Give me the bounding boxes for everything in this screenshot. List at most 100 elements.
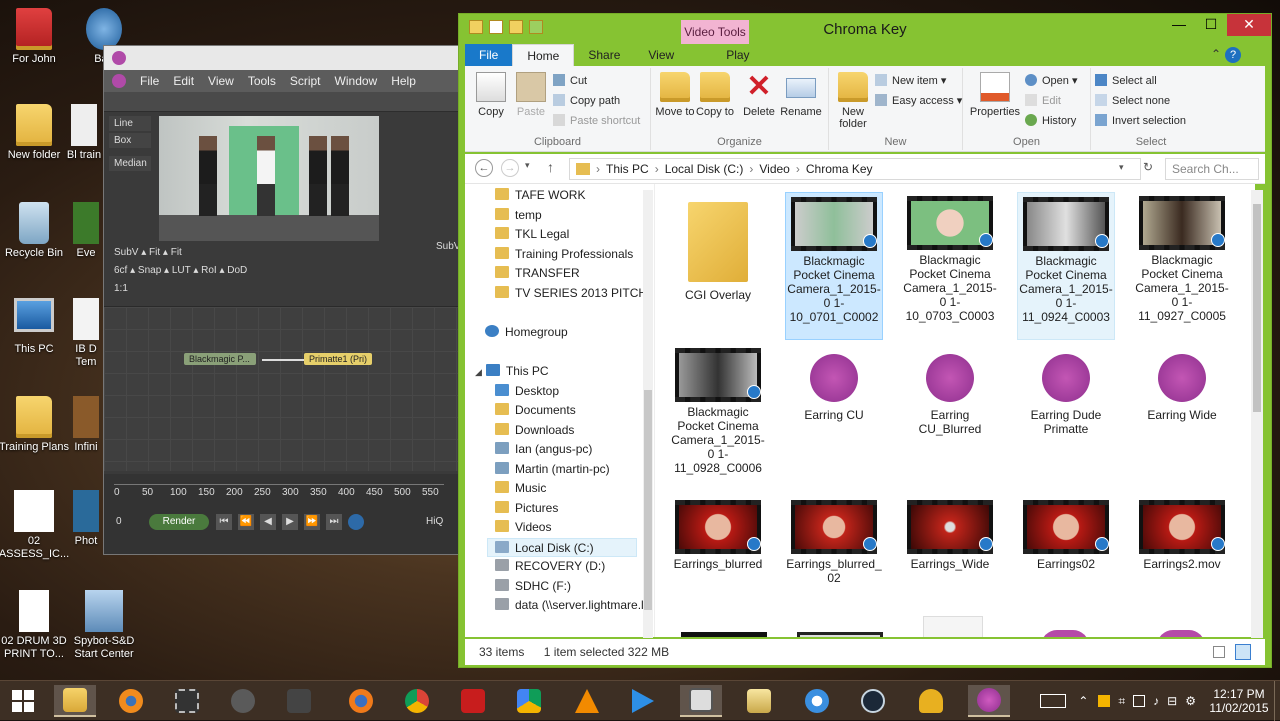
show-hidden-icons-icon[interactable]: ⌃ xyxy=(1078,694,1088,708)
go-to-end-icon[interactable]: ⏭ xyxy=(326,514,342,530)
nav-item-ian[interactable]: Ian (angus-pc) xyxy=(495,440,592,459)
vertical-scrollbar[interactable] xyxy=(1251,190,1263,638)
edit-button[interactable]: Edit xyxy=(1025,92,1061,110)
input-tray-icon[interactable]: ⌗ xyxy=(1118,694,1125,709)
recent-locations-icon[interactable]: ▾ xyxy=(525,160,530,171)
nav-item-tkl-legal[interactable]: TKL Legal xyxy=(495,225,569,244)
taskbar-drive[interactable] xyxy=(508,685,550,717)
help-icon[interactable]: ? xyxy=(1225,47,1241,63)
tab-home[interactable]: Home xyxy=(512,44,575,66)
move-to-button[interactable]: Move to xyxy=(653,72,697,118)
tool-line[interactable]: Line xyxy=(109,116,151,131)
nav-item-downloads[interactable]: Downloads xyxy=(495,421,574,440)
taskbar-firefox[interactable] xyxy=(340,685,382,717)
taskbar-chrome[interactable] xyxy=(396,685,438,717)
select-all-button[interactable]: Select all xyxy=(1095,72,1157,90)
loop-icon[interactable] xyxy=(348,514,364,530)
network-icon[interactable]: ⊟ xyxy=(1167,694,1177,708)
tab-play[interactable]: Play xyxy=(712,44,763,66)
breadcrumb-local-disk[interactable]: Local Disk (C:) xyxy=(665,162,744,176)
node-blackmagic[interactable]: Blackmagic P... xyxy=(184,353,256,365)
file-tile-fusion[interactable]: Earring CU_Blurred xyxy=(901,344,999,436)
taskbar-gear-mask[interactable] xyxy=(278,685,320,717)
flow-editor[interactable]: Blackmagic P... Primatte1 (Pri) xyxy=(104,306,460,471)
nav-item-music[interactable]: Music xyxy=(495,479,546,498)
file-tile-video[interactable]: Blackmagic Pocket Cinema Camera_1_2015-0… xyxy=(1133,192,1231,323)
play-reverse-icon[interactable]: ◀ xyxy=(260,514,276,530)
desktop-icon-recycle-bin[interactable]: Recycle Bin xyxy=(0,202,70,260)
fusion-viewer[interactable] xyxy=(159,116,379,241)
time-ruler[interactable]: 0 50 100 150 200 250 300 350 400 450 500… xyxy=(114,484,444,508)
nav-item-transfer[interactable]: TRANSFER xyxy=(495,264,580,283)
taskbar-camera[interactable] xyxy=(680,685,722,717)
taskbar-headset[interactable] xyxy=(910,685,952,717)
taskbar-blender[interactable] xyxy=(110,685,152,717)
nav-item-desktop[interactable]: Desktop xyxy=(495,382,559,401)
breadcrumb-chroma-key[interactable]: Chroma Key xyxy=(806,162,873,176)
menu-tools[interactable]: Tools xyxy=(248,74,276,88)
details-view-icon[interactable] xyxy=(1213,646,1225,658)
document-icon[interactable] xyxy=(923,616,983,637)
copy-to-button[interactable]: Copy to xyxy=(693,72,737,118)
timeline[interactable]: 0 50 100 150 200 250 300 350 400 450 500… xyxy=(104,474,460,554)
nav-item-data-server[interactable]: data (\\server.lightmare.lo xyxy=(495,596,650,615)
file-tile-video[interactable]: Earrings_Wide xyxy=(901,496,999,571)
clock[interactable]: 12:17 PM 11/02/2015 xyxy=(1204,687,1274,715)
desktop-icon-02-assess[interactable]: 02 ASSESS_IC... xyxy=(0,490,70,561)
explorer-window[interactable]: Video Tools Chroma Key — ☐ ✕ File Home S… xyxy=(458,13,1272,668)
taskbar-acrobat[interactable] xyxy=(452,685,494,717)
file-tile-video[interactable]: Earrings02 xyxy=(1017,496,1115,571)
settings-tray-icon[interactable]: ⚙ xyxy=(1185,694,1196,708)
file-tile-video[interactable]: Earrings_blurred_ 02 xyxy=(785,496,883,585)
desktop-icon-new-folder[interactable]: New folder xyxy=(0,104,70,162)
taskbar-play[interactable] xyxy=(622,685,664,717)
minimize-button[interactable]: — xyxy=(1163,14,1195,36)
close-button[interactable]: ✕ xyxy=(1227,14,1271,36)
forward-button[interactable]: → xyxy=(501,159,519,177)
tool-box[interactable]: Box xyxy=(109,133,151,148)
play-icon[interactable]: ▶ xyxy=(282,514,298,530)
easy-access-button[interactable]: Easy access ▾ xyxy=(875,92,962,110)
nav-item-sdhc[interactable]: SDHC (F:) xyxy=(495,577,571,596)
nav-item-tv-series[interactable]: TV SERIES 2013 PITCH xyxy=(495,284,647,303)
properties-button[interactable]: Properties xyxy=(967,72,1023,118)
menu-script[interactable]: Script xyxy=(290,74,321,88)
nav-item-this-pc[interactable]: ◢ This PC xyxy=(475,362,549,381)
nav-item-training-professionals[interactable]: Training Professionals xyxy=(495,245,633,264)
file-tile-video[interactable]: Blackmagic Pocket Cinema Camera_1_2015-0… xyxy=(785,192,883,340)
nav-item-homegroup[interactable]: Homegroup xyxy=(485,323,568,342)
desktop-icon-training-plans[interactable]: Training Plans xyxy=(0,396,70,454)
current-frame-field[interactable]: 0 xyxy=(116,516,122,527)
step-forward-icon[interactable]: ⏩ xyxy=(304,514,320,530)
menu-view[interactable]: View xyxy=(208,74,234,88)
history-button[interactable]: History xyxy=(1025,112,1076,130)
copy-path-button[interactable]: Copy path xyxy=(553,92,620,110)
new-folder-button[interactable]: New folder xyxy=(831,72,875,130)
fusion-toolbar[interactable] xyxy=(104,92,460,112)
copy-button[interactable]: Copy xyxy=(469,72,513,118)
file-tile-video[interactable]: Blackmagic Pocket Cinema Camera_1_2015-0… xyxy=(669,344,767,475)
paste-shortcut-button[interactable]: Paste shortcut xyxy=(553,112,640,130)
show-desktop-button[interactable] xyxy=(1274,681,1280,721)
search-input[interactable]: Search Ch... xyxy=(1165,158,1259,180)
video-thumbnail[interactable] xyxy=(797,632,883,637)
nav-item-documents[interactable]: Documents xyxy=(495,401,576,420)
taskbar-file-explorer[interactable] xyxy=(54,685,96,717)
invert-selection-button[interactable]: Invert selection xyxy=(1095,112,1186,130)
nav-item-temp[interactable]: temp xyxy=(495,206,542,225)
file-tile-video[interactable]: Earrings2.mov xyxy=(1133,496,1231,571)
breadcrumb-video[interactable]: Video xyxy=(759,162,789,176)
file-tile-video[interactable]: Earrings_blurred xyxy=(669,496,767,571)
cut-button[interactable]: Cut xyxy=(553,72,587,90)
tab-view[interactable]: View xyxy=(634,44,688,66)
taskbar-steam[interactable] xyxy=(852,685,894,717)
select-none-button[interactable]: Select none xyxy=(1095,92,1170,110)
refresh-icon[interactable]: ↻ xyxy=(1143,160,1153,174)
tool-median[interactable]: Median xyxy=(109,156,151,171)
render-button[interactable]: Render xyxy=(149,514,209,530)
go-to-start-icon[interactable]: ⏮ xyxy=(216,514,232,530)
large-icons-view-icon[interactable] xyxy=(1235,644,1251,660)
volume-icon[interactable]: ♪ xyxy=(1153,694,1159,708)
fusion-comp-icon[interactable] xyxy=(1041,630,1089,637)
nav-item-local-disk[interactable]: Local Disk (C:) xyxy=(487,538,637,557)
